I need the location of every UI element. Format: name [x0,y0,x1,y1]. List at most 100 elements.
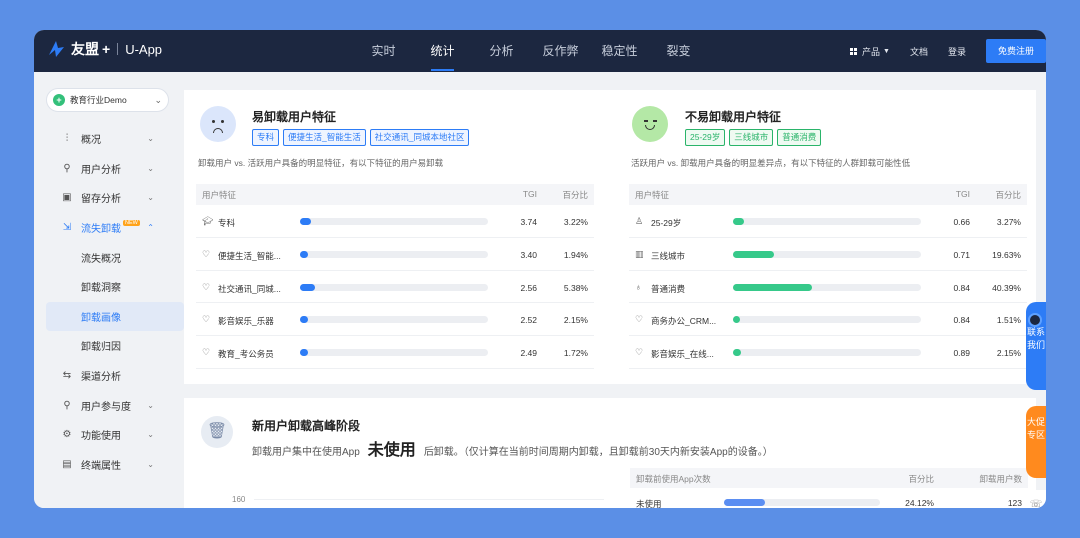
tag: 三线城市 [729,129,774,146]
project-selector[interactable]: + 教育行业Demo ⌄ [46,88,169,112]
sidebar-item-engagement[interactable]: ⚲ 用户参与度 ⌄ [46,390,184,420]
login-link[interactable]: 登录 [948,45,966,58]
progress-track [733,250,921,258]
row-label: 专科 [218,218,236,228]
sidebar-item-function[interactable]: ⚙ 功能使用 ⌄ [46,420,184,450]
row-percent: 3.22% [563,217,588,227]
wallet-icon: ♁ [635,281,642,292]
sidebar-item-overview[interactable]: ⫶ 概况 ⌄ [46,124,184,154]
row-percent: 3.27% [996,217,1021,227]
feature-card: 易卸载用户特征 专科 便捷生活_智能生活 社交通讯_同城本地社区 卸载用户 vs… [184,90,1036,384]
column-header: TGI [955,189,970,199]
row-tgi: 2.49 [520,348,537,359]
tag: 普通消费 [777,129,822,146]
row-percent: 1.94% [563,249,588,260]
tag-list: 专科 便捷生活_智能生活 社交通讯_同城本地社区 [252,129,473,146]
row-label: 25-29岁 [651,218,682,228]
tag: 便捷生活_智能生活 [283,129,366,146]
product-menu[interactable]: 产品 ▼ [850,45,890,58]
caret-down-icon: ▼ [883,47,890,55]
desc-suffix: 后卸载。（仅计算在当前时间周期内卸载，且卸载前30天内新安装App的设备。） [423,447,773,458]
umeng-logo-icon [49,41,64,57]
sidebar-item-label: 用户参与度 [81,401,131,413]
nav-anti-fraud[interactable]: 反作弊 [531,30,590,72]
column-header: 百分比 [562,190,588,200]
progress-fill [733,250,775,258]
sidebar-item-label: 功能使用 [81,431,121,443]
nav-analysis[interactable]: 分析 [472,30,531,72]
retention-icon: ▣ [62,192,72,204]
column-header: 卸载前使用App次数 [636,474,711,484]
device-icon: ▤ [62,458,72,470]
chat-icon[interactable]: ☏ [1026,490,1046,508]
sidebar-item-channel[interactable]: ⇆ 渠道分析 [46,361,184,391]
brand-divider [117,43,119,55]
robot-icon[interactable] [1028,313,1042,327]
row-label: 便捷生活_智能... [218,250,281,261]
nav-statistics[interactable]: 统计 [413,30,472,72]
grid-icon [850,47,857,55]
heart-icon: ♡ [202,347,211,358]
grid-line [254,499,604,500]
sidebar-subitem-uninstall-profile[interactable]: 卸载画像 [46,301,184,332]
row-percent: 1.72% [563,348,588,359]
row-tgi: 0.84 [953,282,970,293]
heart-icon: ♡ [635,314,644,325]
table-row: ♡ 影音娱乐_乐器 2.52 2.15% [196,303,594,337]
sidebar-item-label: 留存分析 [81,194,121,206]
column-header: 卸载用户数 [979,474,1022,484]
table-row: 未使用 24.12% 123 [630,498,1028,508]
docs-link[interactable]: 文档 [910,45,928,58]
row-tgi: 3.74 [520,217,537,227]
function-icon: ⚙ [62,429,72,441]
heart-icon: ♡ [202,248,211,259]
sidebar-item-churn[interactable]: ⇲ 流失卸载 NEW ⌃ [46,213,184,243]
promo-button[interactable]: 大促专区 [1026,406,1046,478]
signup-button[interactable]: 免费注册 [985,39,1046,63]
main-nav: 实时 统计 分析 反作弊 稳定性 裂变 [354,30,708,72]
sidebar-subitem-uninstall-attribution[interactable]: 卸载归因 [46,331,184,361]
progress-fill [300,218,312,225]
progress-track [733,218,921,225]
row-label: 教育_考公务员 [218,349,274,360]
sidebar-subitem-churn-overview[interactable]: 流失概况 [46,242,184,272]
heart-icon: ♡ [635,347,644,358]
education-icon: 🎓︎ [202,216,214,226]
chevron-down-icon: ⌄ [147,400,154,410]
row-percent: 2.15% [563,315,588,326]
row-tgi: 2.52 [520,315,537,326]
chevron-down-icon: ⌄ [154,94,162,105]
table-row: ♡ 影音娱乐_在线... 0.89 2.15% [629,336,1027,369]
user-icon: ⚲ [63,162,71,174]
table-header: 用户特征 TGI 百分比 [629,184,1027,205]
sidebar-item-user-analysis[interactable]: ⚲ 用户分析 ⌄ [46,154,184,184]
chart-icon: ⫶ [65,133,69,145]
brand-plus: + [102,41,111,57]
panel-description: 活跃用户 vs. 卸载用户具备的明显差异点，有以下特征的人群卸载可能性低 [631,158,911,168]
progress-track [300,316,488,324]
sidebar-item-label: 用户分析 [81,164,121,176]
product-name: U-App [125,41,163,57]
logo[interactable]: 友盟 + U-App [46,39,162,59]
table-row: ▥ 三线城市 0.71 19.63% [629,238,1027,271]
tag: 社交通讯_同城本地社区 [369,129,470,146]
promo-label: 大促专区 [1026,417,1045,440]
nav-realtime[interactable]: 实时 [354,30,413,72]
row-tgi: 0.84 [953,315,970,326]
project-name: 教育行业Demo [70,95,127,105]
sidebar-item-device[interactable]: ▤ 终端属性 ⌄ [46,450,184,480]
progress-track [300,283,488,291]
column-header: TGI [522,189,537,199]
nav-stability[interactable]: 稳定性 [590,30,649,72]
progress-track [733,349,921,357]
panel-title: 不易卸载用户特征 [685,110,782,124]
table-row: ♡ 社交通讯_同城... 2.56 5.38% [196,271,594,304]
card-description: 卸载用户集中在使用App 未使用 后卸载。（仅计算在当前时间周期内卸载，且卸载前… [252,436,773,460]
sidebar-item-retention[interactable]: ▣ 留存分析 ⌄ [46,183,184,213]
chevron-down-icon: ⌄ [147,134,154,144]
sidebar-subitem-uninstall-insight[interactable]: 卸载洞察 [46,272,184,302]
row-tgi: 3.40 [520,249,537,260]
heart-icon: ♡ [202,281,211,292]
highlight-value: 未使用 [367,442,416,459]
nav-fission[interactable]: 裂变 [649,30,708,72]
